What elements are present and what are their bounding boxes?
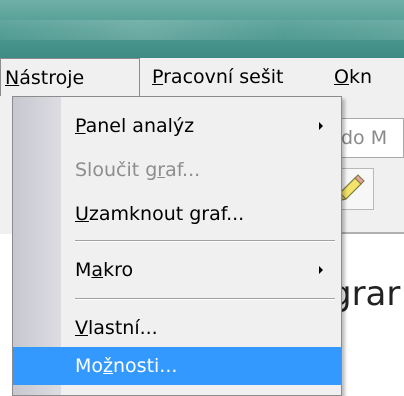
chevron-right-icon: [319, 122, 323, 130]
menu-item-label: Uzamknout graf...: [75, 195, 244, 233]
label-prefix: Sloučit g: [75, 159, 158, 181]
menu-separator: [75, 240, 335, 242]
menu-item-analysis-panel[interactable]: Panel analýz: [13, 107, 341, 145]
label-accel: r: [157, 159, 166, 181]
window-titlebar: [0, 0, 404, 58]
menubar-window-accel: O: [334, 66, 349, 88]
label-prefix: Mo: [75, 355, 104, 377]
menubar: Nástroje Pracovní sešit Okn: [0, 58, 404, 96]
menu-item-label: Možnosti...: [75, 347, 177, 385]
menubar-item-tools[interactable]: Nástroje: [0, 58, 140, 96]
menubar-item-workbook[interactable]: Pracovní sešit: [148, 58, 287, 96]
chevron-right-icon: [319, 266, 323, 274]
label-accel: U: [75, 203, 89, 225]
label-accel: a: [91, 259, 104, 281]
label-accel: P: [75, 115, 86, 137]
menu-item-lock-chart[interactable]: Uzamknout graf...: [13, 195, 341, 233]
menubar-workbook-accel: P: [152, 66, 164, 88]
label-rest: kro: [103, 259, 134, 281]
label-rest: zamknout graf...: [88, 203, 245, 225]
menu-item-custom[interactable]: Vlastní...: [13, 309, 341, 347]
label-rest: nosti...: [113, 355, 178, 377]
menu-item-label: Vlastní...: [75, 309, 158, 347]
menu-item-label: Makro: [75, 251, 133, 289]
label-rest: af...: [165, 159, 201, 181]
menu-item-merge-chart: Sloučit graf...: [13, 151, 341, 189]
label-rest: anel analýz: [85, 115, 195, 137]
menubar-tools-accel: N: [5, 67, 20, 89]
label-accel: V: [75, 317, 88, 339]
menubar-tools-label: ástroje: [19, 67, 85, 89]
titlebar-highlight: [0, 20, 404, 40]
menu-separator: [75, 298, 335, 300]
menu-item-label: Panel analýz: [75, 107, 194, 145]
menu-item-macro[interactable]: Makro: [13, 251, 341, 289]
label-prefix: M: [75, 259, 92, 281]
menubar-item-window[interactable]: Okn: [330, 58, 376, 96]
menu-item-label: Sloučit graf...: [75, 151, 200, 189]
tools-menu: Panel analýz Sloučit graf... Uzamknout g…: [12, 96, 342, 396]
menubar-workbook-label: racovní sešit: [163, 66, 284, 88]
menu-item-options[interactable]: Možnosti...: [13, 347, 341, 385]
label-rest: lastní...: [88, 317, 158, 339]
menubar-window-label: kn: [348, 66, 373, 88]
label-accel: ž: [103, 355, 114, 377]
